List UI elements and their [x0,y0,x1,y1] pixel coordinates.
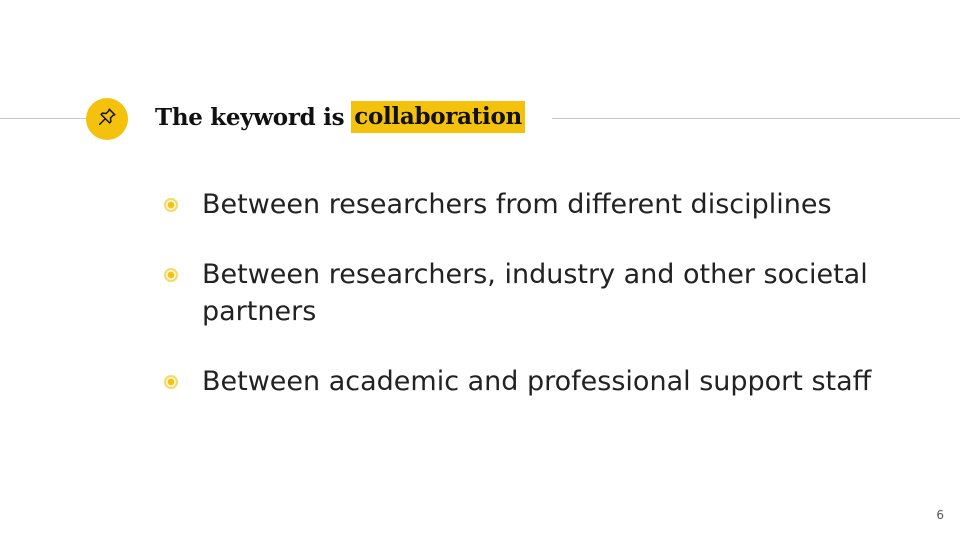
slide-number: 6 [936,508,944,522]
pushpin-icon [96,106,118,132]
bullet-list: Between researchers from different disci… [160,186,880,433]
pushpin-badge [86,98,128,140]
bullet-text: Between academic and professional suppor… [202,366,872,397]
bullet-dot-icon [164,268,178,282]
header-rule-right [552,118,960,119]
bullet-text: Between researchers, industry and other … [202,259,868,327]
slide-title: The keyword is collaboration [155,100,525,134]
header-rule-left [0,118,86,119]
bullet-text: Between researchers from different disci… [202,189,832,220]
title-highlight: collaboration [351,101,525,133]
bullet-item: Between researchers, industry and other … [160,256,880,330]
bullet-dot-icon [164,198,178,212]
bullet-dot-icon [164,375,178,389]
title-prefix: The keyword is [155,103,345,131]
bullet-item: Between researchers from different disci… [160,186,880,223]
bullet-item: Between academic and professional suppor… [160,363,880,400]
